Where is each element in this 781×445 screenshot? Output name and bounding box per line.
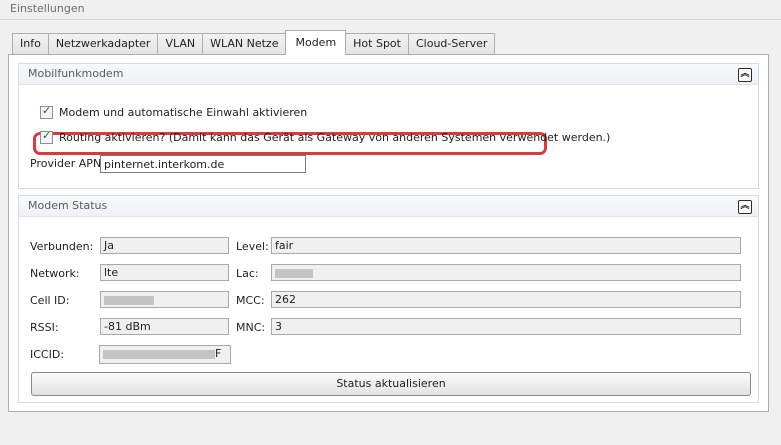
apn-label: Provider APN [30, 157, 102, 170]
redacted-value [275, 268, 313, 278]
tab-vlan[interactable]: VLAN [157, 33, 204, 55]
tab-bar: Info Netzwerkadapter VLAN WLAN Netze Mod… [12, 30, 496, 55]
title-divider [0, 19, 781, 20]
double-chevron-up-icon[interactable]: ︽ [738, 68, 752, 82]
enable-routing-label: Routing aktivieren? (Damit kann das Gerä… [59, 131, 611, 144]
mobilfunkmodem-header: Mobilfunkmodem ︽ [19, 64, 758, 85]
mnc-label: MNC: [236, 321, 266, 334]
tab-netzwerkadapter[interactable]: Netzwerkadapter [47, 33, 159, 55]
rssi-label: RSSI: [30, 321, 59, 334]
lac-field [271, 264, 741, 281]
modem-status-title: Modem Status [28, 199, 108, 212]
status-refresh-button[interactable]: Status aktualisieren [31, 372, 751, 396]
cell-id-field [100, 291, 229, 308]
mobilfunkmodem-title: Mobilfunkmodem [28, 67, 124, 80]
cell-id-label: Cell ID: [30, 294, 70, 307]
connected-label: Verbunden: [30, 240, 94, 253]
tab-modem[interactable]: Modem [285, 30, 347, 55]
network-field: lte [100, 264, 229, 281]
iccid-label: ICCID: [30, 348, 65, 361]
enable-modem-checkbox[interactable]: ✓ [40, 104, 53, 119]
modem-status-header: Modem Status ︽ [19, 196, 758, 217]
enable-modem-label: Modem und automatische Einwahl aktiviere… [59, 106, 308, 119]
lac-label: Lac: [236, 267, 259, 280]
double-chevron-up-icon[interactable]: ︽ [738, 200, 752, 214]
tab-info[interactable]: Info [12, 33, 49, 55]
mcc-field: 262 [271, 291, 741, 308]
mobilfunkmodem-group: Mobilfunkmodem ︽ ✓ Modem und automatisch… [18, 63, 759, 189]
rssi-field: -81 dBm [100, 318, 229, 335]
redacted-value [103, 349, 215, 359]
network-label: Network: [30, 267, 80, 280]
iccid-suffix: F [215, 347, 222, 360]
enable-routing-row[interactable]: ✓ Routing aktivieren? (Damit kann das Ge… [40, 129, 611, 144]
tab-hot-spot[interactable]: Hot Spot [345, 33, 409, 55]
checkmark-icon: ✓ [42, 104, 52, 117]
level-field: fair [271, 237, 741, 254]
connected-field: Ja [100, 237, 229, 254]
level-label: Level: [236, 240, 269, 253]
enable-routing-checkbox[interactable]: ✓ [40, 129, 53, 144]
window-title: Einstellungen [10, 2, 85, 15]
mcc-label: MCC: [236, 294, 265, 307]
enable-modem-row[interactable]: ✓ Modem und automatische Einwahl aktivie… [40, 104, 308, 119]
redacted-value [104, 295, 154, 305]
apn-input[interactable]: pinternet.interkom.de [100, 155, 306, 173]
checkmark-icon: ✓ [42, 129, 52, 142]
mnc-field: 3 [271, 318, 741, 335]
tab-cloud-server[interactable]: Cloud-Server [407, 33, 496, 55]
modem-status-group: Modem Status ︽ Verbunden: Ja Level: fair… [18, 195, 759, 403]
tab-wlan-netze[interactable]: WLAN Netze [202, 33, 287, 55]
iccid-field: F [99, 345, 231, 364]
modem-tab-panel: Mobilfunkmodem ︽ ✓ Modem und automatisch… [8, 54, 769, 412]
